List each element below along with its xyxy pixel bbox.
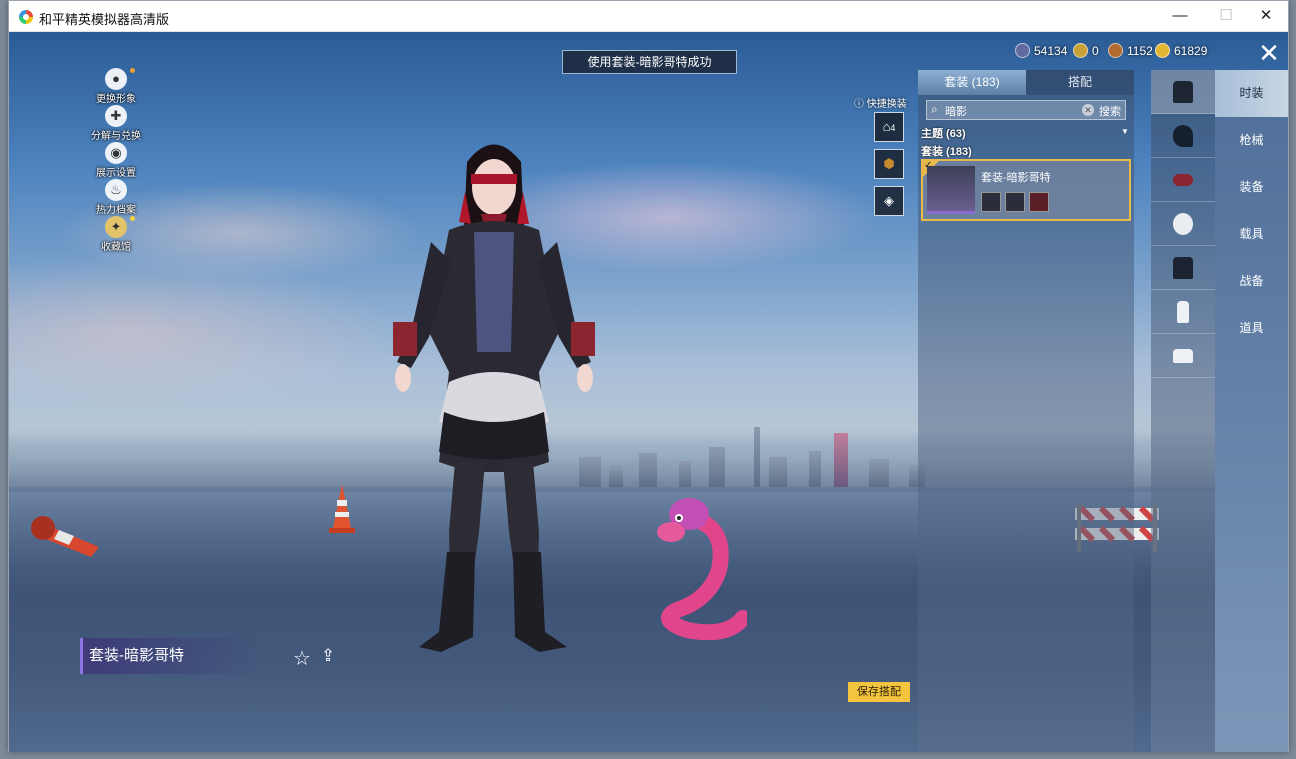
dropdown-arrow-icon[interactable]: ▼ — [1121, 127, 1129, 136]
traffic-cone-left — [31, 516, 99, 557]
help-icon: ⓘ — [854, 99, 864, 110]
search-button[interactable]: 搜索 — [1099, 103, 1121, 119]
person-icon: ● — [105, 68, 127, 90]
clear-search-icon[interactable]: ✕ — [1082, 104, 1094, 116]
category-outfit-button[interactable] — [1151, 70, 1215, 114]
category-theme[interactable]: 主题 (63) — [921, 125, 966, 141]
search-icon: ⌕ — [931, 102, 938, 116]
token-icon — [1073, 43, 1088, 58]
badge-icon: ⬢ — [883, 156, 895, 171]
outfit-item-name: 套装-暗影哥特 — [981, 172, 1051, 184]
display-settings-button[interactable]: ◉ 展示设置 — [73, 142, 159, 179]
currency-coupon: 54134 — [1015, 42, 1067, 60]
city-skyline — [569, 427, 949, 487]
outfit-icon — [1173, 81, 1193, 103]
outfit-thumbnail — [927, 166, 975, 214]
tab-matching[interactable]: 搭配 — [1026, 70, 1134, 95]
star-icon: ☆ — [293, 648, 311, 670]
top-icon — [1173, 257, 1193, 279]
category-outfit: 套装 (183) — [921, 146, 972, 158]
character-model[interactable] — [389, 132, 599, 662]
search-input[interactable]: 暗影 — [945, 103, 967, 119]
share-icon: ⇪ — [321, 646, 336, 665]
nav-fashion[interactable]: 时装 — [1215, 70, 1288, 117]
category-shoes-button[interactable] — [1151, 334, 1215, 378]
hair-icon — [1173, 125, 1193, 147]
category-pants-button[interactable] — [1151, 290, 1215, 334]
favorite-button[interactable]: ☆ — [293, 646, 311, 671]
panel-tabs: 套装 (183) 搭配 — [918, 70, 1134, 95]
coupon-icon — [1015, 43, 1030, 58]
category-hair-button[interactable] — [1151, 114, 1215, 158]
collection-hall-button[interactable]: ✦ 收藏馆 — [73, 216, 159, 253]
hat-icon — [1173, 174, 1193, 186]
outfit-item-card[interactable]: ✓ 套装-暗影哥特 — [921, 159, 1131, 221]
title-bar[interactable]: 和平精英模拟器高清版 — ☐ ✕ — [9, 1, 1288, 32]
face-icon — [1173, 213, 1193, 235]
quick-slot-hanger[interactable]: ⌂4 — [874, 112, 904, 142]
close-window-button[interactable]: ✕ — [1243, 1, 1289, 32]
outfit-list-panel: 套装 (183) 搭配 ⌕ 暗影 ✕ 搜索 主题 (63) ▼ 套装 (183)… — [918, 70, 1134, 752]
current-outfit-name: 套装-暗影哥特 — [80, 638, 260, 674]
collection-icon: ✦ — [105, 216, 127, 238]
nav-combat-prep[interactable]: 战备 — [1215, 258, 1288, 305]
category-top-button[interactable] — [1151, 246, 1215, 290]
gold-coin-icon — [1155, 43, 1170, 58]
nav-equipment[interactable]: 装备 — [1215, 164, 1288, 211]
eye-icon: ◉ — [105, 142, 127, 164]
shoes-icon — [1173, 349, 1193, 363]
nav-items[interactable]: 道具 — [1215, 305, 1288, 352]
change-appearance-button[interactable]: ● 更换形象 — [73, 68, 159, 105]
category-face-button[interactable] — [1151, 202, 1215, 246]
game-viewport[interactable]: ● 更换形象 ✚ 分解与兑换 ◉ 展示设置 ♨ 热力档案 ✦ 收藏馆 使用套装-… — [9, 32, 1288, 752]
category-hat-button[interactable] — [1151, 158, 1215, 202]
puzzle-icon: ✚ — [105, 105, 127, 127]
heat-archive-button[interactable]: ♨ 热力档案 — [73, 179, 159, 216]
app-logo-icon — [19, 10, 33, 24]
part-outfit-thumbnail[interactable] — [1005, 192, 1025, 212]
traffic-cone-center — [329, 484, 355, 533]
flame-icon: ♨ — [105, 179, 127, 201]
share-button[interactable]: ⇪ — [321, 646, 343, 666]
close-icon: ✕ — [1258, 38, 1280, 68]
currency-gold: 61829 — [1155, 42, 1207, 60]
save-matching-button[interactable]: 保存搭配 — [848, 682, 910, 702]
search-box[interactable]: ⌕ 暗影 ✕ 搜索 — [926, 100, 1126, 120]
part-hair-thumbnail[interactable] — [981, 192, 1001, 212]
decompose-exchange-button[interactable]: ✚ 分解与兑换 — [73, 105, 159, 142]
close-screen-button[interactable]: ✕ — [1250, 37, 1288, 69]
tab-outfits[interactable]: 套装 (183) — [918, 70, 1026, 95]
quick-slot-emblem[interactable]: ◈ — [874, 186, 904, 216]
emblem-icon: ◈ — [884, 193, 894, 208]
currency-shield: 1152 — [1108, 42, 1153, 60]
quick-change-label[interactable]: ⓘ 快捷换装 — [854, 95, 907, 110]
main-category-nav: 时装 枪械 装备 载具 战备 道具 — [1215, 70, 1288, 752]
part-hat-thumbnail[interactable] — [1029, 192, 1049, 212]
success-toast: 使用套装-暗影哥特成功 — [562, 50, 737, 74]
quick-slot-badge[interactable]: ⬢ — [874, 149, 904, 179]
window-title: 和平精英模拟器高清版 — [39, 12, 170, 27]
notification-dot — [130, 68, 135, 73]
notification-dot — [130, 216, 135, 221]
currency-token: 0 — [1073, 42, 1099, 60]
emulator-window: 和平精英模拟器高清版 — ☐ ✕ ● 更换形象 ✚ 分解与兑换 ◉ 展示设置 ♨… — [8, 0, 1289, 752]
pants-icon — [1177, 301, 1189, 323]
shield-coin-icon — [1108, 43, 1123, 58]
minimize-button[interactable]: — — [1157, 1, 1203, 32]
category-icon-bar — [1151, 70, 1215, 752]
nav-weapons[interactable]: 枪械 — [1215, 117, 1288, 164]
left-side-menu: ● 更换形象 ✚ 分解与兑换 ◉ 展示设置 ♨ 热力档案 ✦ 收藏馆 — [73, 68, 159, 253]
pet-snake[interactable] — [657, 490, 747, 640]
nav-vehicles[interactable]: 载具 — [1215, 211, 1288, 258]
